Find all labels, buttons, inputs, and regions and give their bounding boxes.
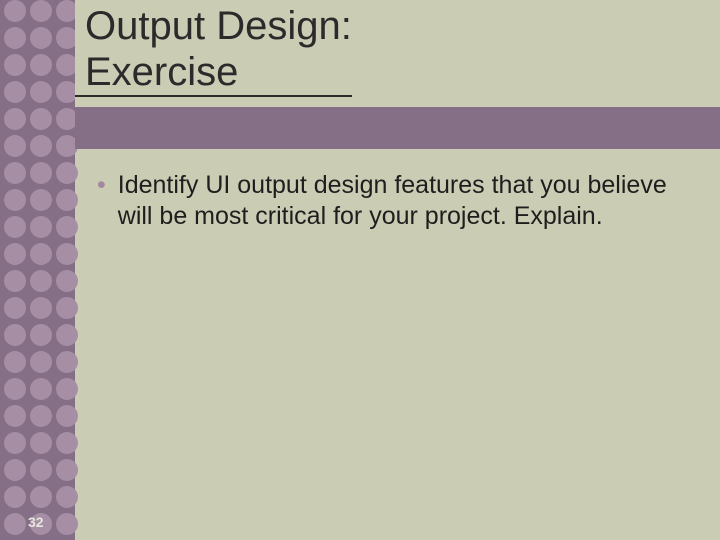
bullet-text: Identify UI output design features that …	[118, 170, 700, 233]
title-line-1: Output Design:	[85, 4, 352, 48]
slide-body: • Identify UI output design features tha…	[75, 170, 700, 233]
slide-title: Output Design: Exercise	[75, 0, 352, 97]
accent-strip	[75, 107, 720, 149]
page-number: 32	[28, 514, 44, 530]
bullet-icon: •	[75, 170, 118, 233]
bullet-item: • Identify UI output design features tha…	[75, 170, 700, 233]
decorative-dot-column	[0, 0, 75, 540]
title-line-2: Exercise	[85, 50, 238, 94]
title-area: Output Design: Exercise	[75, 0, 720, 107]
